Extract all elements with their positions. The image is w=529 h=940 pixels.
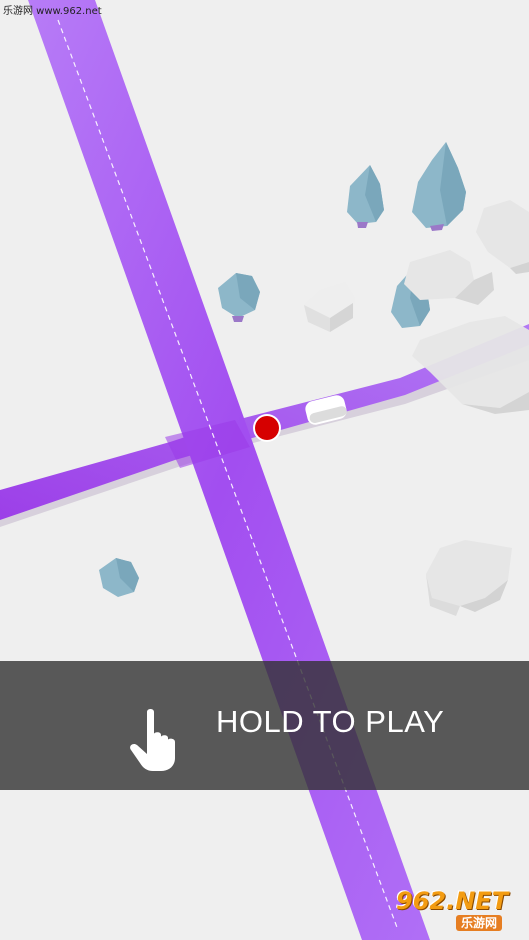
game-scene[interactable] xyxy=(0,0,529,940)
hand-pointer-icon xyxy=(130,709,175,771)
logo-brand: 乐游网 xyxy=(456,915,503,931)
hold-to-play-label: HOLD TO PLAY xyxy=(216,704,445,739)
logo-domain: 962.NET xyxy=(396,887,509,915)
site-logo: 962.NET 乐游网 xyxy=(390,886,526,936)
watermark-text: 乐游网 www.962.net xyxy=(3,6,102,17)
player-ball xyxy=(255,416,279,440)
game-screen[interactable]: 乐游网 www.962.net HOLD TO PLAY 962.NET 乐游网 xyxy=(0,0,529,940)
